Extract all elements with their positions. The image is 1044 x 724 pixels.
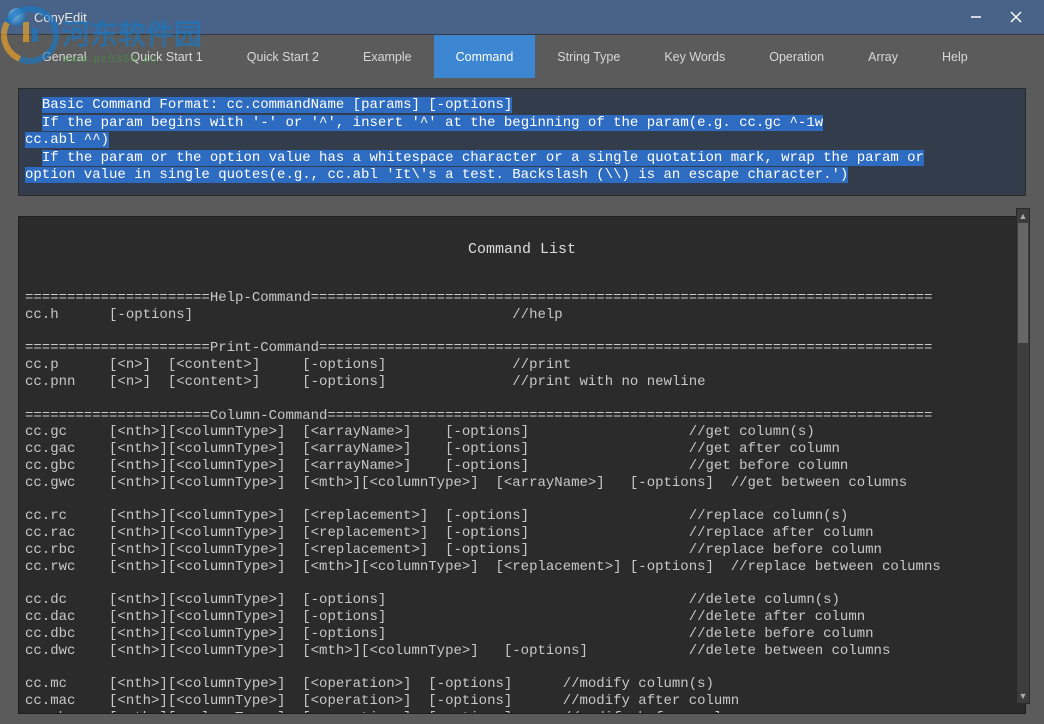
close-button[interactable] bbox=[996, 1, 1036, 33]
code-line: cc.rbc [<nth>][<columnType>] [<replaceme… bbox=[25, 542, 882, 558]
code-line: cc.dbc [<nth>][<columnType>] [-options] … bbox=[25, 626, 874, 642]
tab-quick-start-1[interactable]: Quick Start 1 bbox=[108, 35, 224, 78]
close-icon bbox=[1010, 11, 1022, 23]
code-line: cc.dac [<nth>][<columnType>] [-options] … bbox=[25, 609, 865, 625]
vertical-scrollbar[interactable]: ▲ ▼ bbox=[1016, 208, 1030, 704]
info-line: option value in single quotes(e.g., cc.a… bbox=[25, 167, 1019, 185]
tab-quick-start-2[interactable]: Quick Start 2 bbox=[225, 35, 341, 78]
minimize-button[interactable] bbox=[956, 1, 996, 33]
code-line: cc.h [-options] //help bbox=[25, 307, 563, 323]
tab-array[interactable]: Array bbox=[846, 35, 920, 78]
minimize-icon bbox=[970, 11, 982, 23]
tab-operation[interactable]: Operation bbox=[747, 35, 846, 78]
scrollbar-thumb[interactable] bbox=[1018, 223, 1028, 343]
code-line: cc.rwc [<nth>][<columnType>] [<mth>][<co… bbox=[25, 559, 941, 575]
title-bar: ConyEdit bbox=[0, 0, 1044, 34]
info-panel[interactable]: Basic Command Format: cc.commandName [pa… bbox=[18, 88, 1026, 196]
tab-key-words[interactable]: Key Words bbox=[642, 35, 747, 78]
code-line: cc.rc [<nth>][<columnType>] [<replacemen… bbox=[25, 508, 848, 524]
window-title: ConyEdit bbox=[34, 10, 87, 25]
code-line: cc.mbc [<nth>][<columnType>] [<operation… bbox=[25, 710, 748, 713]
tab-string-type[interactable]: String Type bbox=[535, 35, 642, 78]
info-line: cc.abl ^^) bbox=[25, 132, 1019, 150]
code-line: ======================Help-Command======… bbox=[25, 290, 932, 306]
code-line: cc.mac [<nth>][<columnType>] [<operation… bbox=[25, 693, 739, 709]
code-line: cc.gbc [<nth>][<columnType>] [<arrayName… bbox=[25, 458, 848, 474]
info-line: If the param or the option value has a w… bbox=[25, 150, 1019, 168]
code-line: cc.gc [<nth>][<columnType>] [<arrayName>… bbox=[25, 424, 815, 440]
code-line: cc.rac [<nth>][<columnType>] [<replaceme… bbox=[25, 525, 874, 541]
info-line: If the param begins with '-' or '^', ins… bbox=[25, 115, 1019, 133]
tab-example[interactable]: Example bbox=[341, 35, 434, 78]
code-line: cc.gwc [<nth>][<columnType>] [<mth>][<co… bbox=[25, 475, 907, 491]
scroll-up-arrow-icon[interactable]: ▲ bbox=[1017, 209, 1029, 223]
scroll-down-arrow-icon[interactable]: ▼ bbox=[1017, 689, 1029, 703]
code-line: cc.gac [<nth>][<columnType>] [<arrayName… bbox=[25, 441, 840, 457]
code-line: ======================Column-Command====… bbox=[25, 408, 932, 424]
code-line: ======================Print-Command=====… bbox=[25, 340, 932, 356]
code-line: cc.p [<n>] [<content>] [-options] //prin… bbox=[25, 357, 571, 373]
command-list-panel[interactable]: Command List ======================Help-… bbox=[18, 216, 1026, 714]
tab-help[interactable]: Help bbox=[920, 35, 990, 78]
content-area: Basic Command Format: cc.commandName [pa… bbox=[0, 78, 1044, 724]
tab-general[interactable]: General bbox=[20, 35, 108, 78]
code-line: cc.dc [<nth>][<columnType>] [-options] /… bbox=[25, 592, 840, 608]
code-line: cc.pnn [<n>] [<content>] [-options] //pr… bbox=[25, 374, 706, 390]
app-icon bbox=[8, 8, 26, 26]
code-line: cc.mc [<nth>][<columnType>] [<operation>… bbox=[25, 676, 714, 692]
tab-bar: General Quick Start 1 Quick Start 2 Exam… bbox=[0, 34, 1044, 78]
info-line: Basic Command Format: cc.commandName [pa… bbox=[25, 97, 1019, 115]
tab-command[interactable]: Command bbox=[434, 35, 536, 78]
command-list-heading: Command List bbox=[25, 241, 1019, 259]
code-line: cc.dwc [<nth>][<columnType>] [<mth>][<co… bbox=[25, 643, 890, 659]
